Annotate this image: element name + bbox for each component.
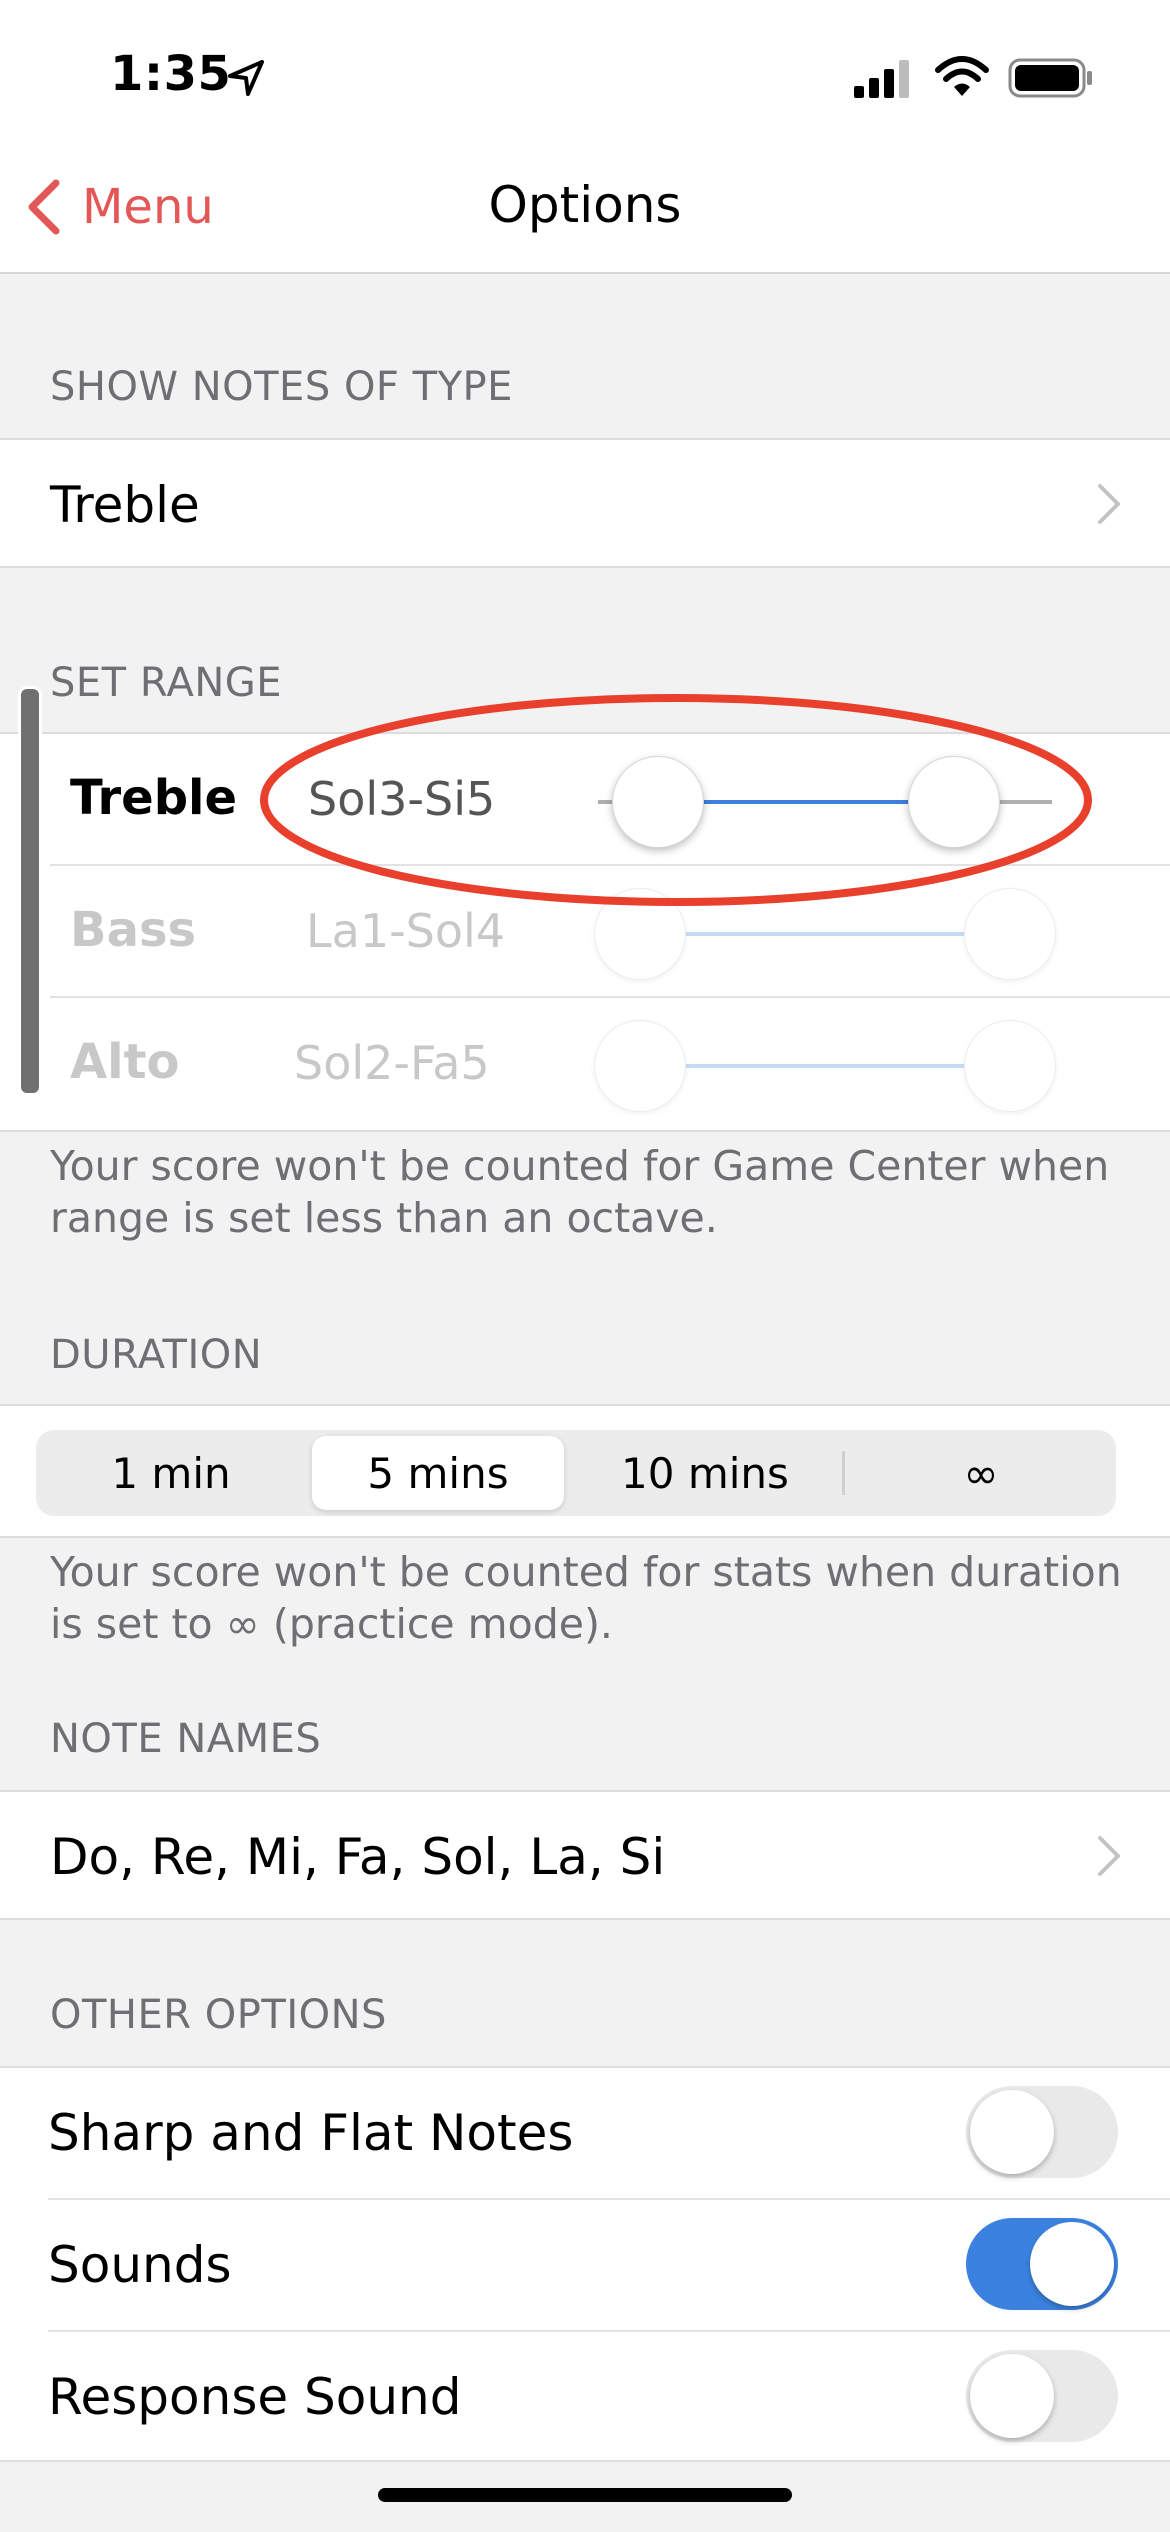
divider: [48, 2198, 1170, 2200]
duration-option-infinite[interactable]: ∞: [846, 1430, 1116, 1516]
option-label-sounds: Sounds: [48, 2236, 232, 2294]
chevron-right-icon: [1098, 1836, 1120, 1876]
other-options-list: Sharp and Flat Notes Sounds Response Sou…: [0, 2066, 1170, 2462]
section-header-duration: DURATION: [50, 1332, 263, 1378]
section-header-set-range: SET RANGE: [50, 660, 283, 706]
range-label-bass: Bass: [70, 902, 197, 958]
range-slider-max-thumb-alto: [964, 1020, 1056, 1112]
range-footer-note: Your score won't be counted for Game Cen…: [50, 1142, 1110, 1242]
battery-icon: [1008, 58, 1092, 98]
range-track-bass: [640, 932, 1010, 936]
range-label-treble: Treble: [70, 770, 238, 826]
scroll-indicator[interactable]: [18, 686, 42, 1096]
sharp-flat-toggle[interactable]: [966, 2086, 1118, 2178]
duration-option-10mins[interactable]: 10 mins: [570, 1430, 840, 1516]
divider: [48, 2330, 1170, 2332]
wifi-icon: [935, 56, 989, 96]
range-label-alto: Alto: [70, 1034, 180, 1090]
note-names-row[interactable]: Do, Re, Mi, Fa, Sol, La, Si: [0, 1790, 1170, 1920]
page-title: Options: [488, 176, 682, 234]
range-slider-min-thumb-alto: [594, 1020, 686, 1112]
segment-divider: [842, 1451, 845, 1495]
duration-segmented-control: 1 min 5 mins 10 mins ∞: [36, 1430, 1116, 1516]
status-time: 1:35: [110, 46, 232, 102]
note-type-row[interactable]: Treble: [0, 438, 1170, 568]
annotation-ellipse: [260, 694, 1092, 906]
range-track-alto: [640, 1064, 1010, 1068]
section-header-show-notes: SHOW NOTES OF TYPE: [50, 364, 513, 410]
option-label-sharp-flat: Sharp and Flat Notes: [48, 2104, 574, 2162]
chevron-right-icon: [1098, 484, 1120, 524]
range-value-bass: La1-Sol4: [306, 904, 506, 958]
toggle-knob: [970, 2354, 1054, 2438]
section-header-note-names: NOTE NAMES: [50, 1716, 322, 1762]
note-names-value: Do, Re, Mi, Fa, Sol, La, Si: [50, 1828, 666, 1886]
option-label-response-sound: Response Sound: [48, 2368, 462, 2426]
note-type-value: Treble: [50, 476, 200, 534]
location-arrow-icon: [228, 60, 264, 96]
divider: [50, 996, 1170, 998]
home-indicator: [378, 2488, 792, 2502]
duration-option-1min[interactable]: 1 min: [36, 1430, 306, 1516]
range-value-alto: Sol2-Fa5: [294, 1036, 490, 1090]
response-sound-toggle[interactable]: [966, 2350, 1118, 2442]
toggle-knob: [970, 2090, 1054, 2174]
toggle-knob: [1030, 2222, 1114, 2306]
cellular-signal-icon: [854, 60, 909, 98]
duration-option-5mins[interactable]: 5 mins: [312, 1436, 564, 1510]
sounds-toggle[interactable]: [966, 2218, 1118, 2310]
duration-footer-note: Your score won't be counted for stats wh…: [50, 1548, 1122, 1648]
section-header-other-options: OTHER OPTIONS: [50, 1992, 387, 2038]
